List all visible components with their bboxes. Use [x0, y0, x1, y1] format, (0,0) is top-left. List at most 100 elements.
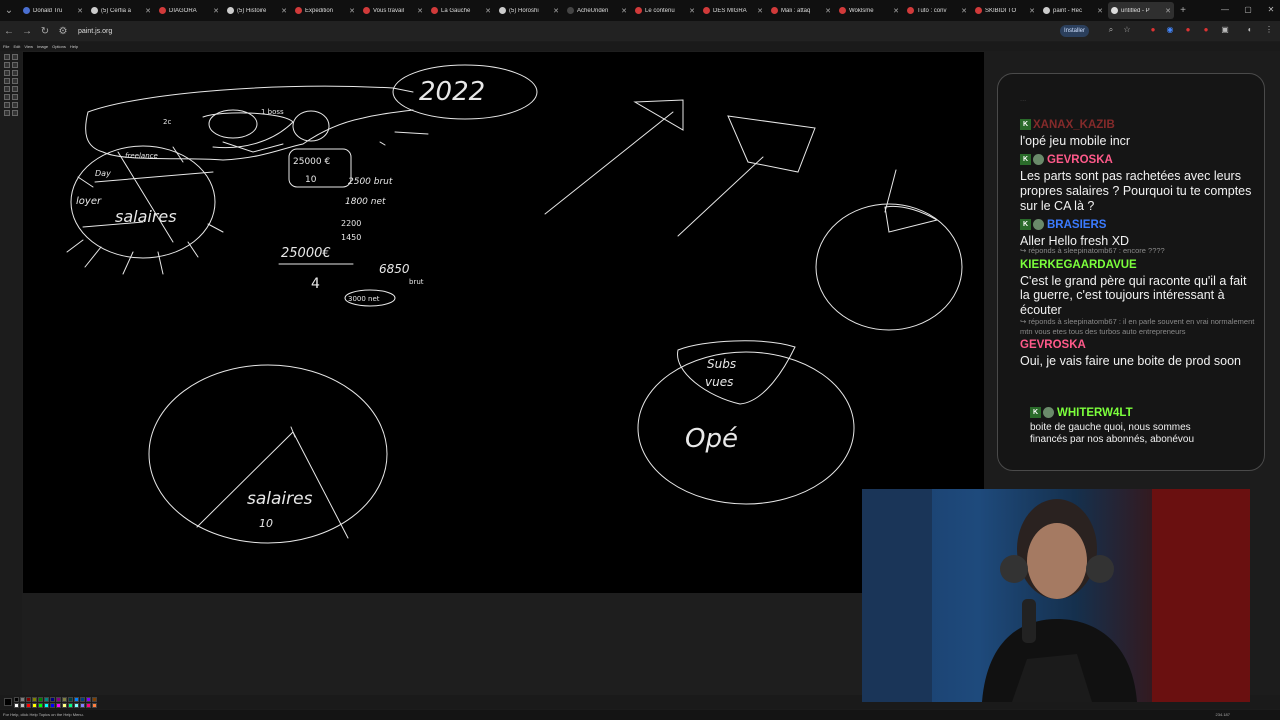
paint-tool-icon[interactable]: [12, 102, 18, 108]
palette-color-swatch[interactable]: [14, 703, 19, 708]
extension-icon[interactable]: ●: [1148, 25, 1158, 35]
tab-close-icon[interactable]: ✕: [893, 7, 899, 15]
extension-icon[interactable]: ◉: [1165, 25, 1175, 35]
palette-color-swatch[interactable]: [80, 697, 85, 702]
chat-username[interactable]: KIERKEGAARDAVUE: [1020, 258, 1137, 270]
site-info-icon[interactable]: ⚙: [54, 26, 72, 37]
reload-icon[interactable]: ↻: [36, 26, 54, 37]
paint-tool-icon[interactable]: [4, 54, 10, 60]
palette-color-swatch[interactable]: [44, 697, 49, 702]
extension-icon[interactable]: ●: [1201, 25, 1211, 35]
paint-tool-icon[interactable]: [4, 86, 10, 92]
paint-tool-icon[interactable]: [4, 110, 10, 116]
chat-username[interactable]: WHITERW4LT: [1057, 407, 1133, 419]
palette-color-swatch[interactable]: [44, 703, 49, 708]
paint-tool-icon[interactable]: [4, 94, 10, 100]
window-close-icon[interactable]: ✕: [1266, 5, 1276, 15]
palette-color-swatch[interactable]: [20, 703, 25, 708]
tab-close-icon[interactable]: ✕: [281, 7, 287, 15]
tab-close-icon[interactable]: ✕: [553, 7, 559, 15]
browser-tab[interactable]: Mali : attaq ✕: [768, 2, 834, 19]
palette-color-swatch[interactable]: [50, 697, 55, 702]
tab-close-icon[interactable]: ✕: [961, 7, 967, 15]
tab-close-icon[interactable]: ✕: [485, 7, 491, 15]
palette-color-swatch[interactable]: [38, 703, 43, 708]
browser-tab[interactable]: La Gauche ✕: [428, 2, 494, 19]
tab-close-icon[interactable]: ✕: [1097, 7, 1103, 15]
extension-icon[interactable]: ●: [1183, 25, 1193, 35]
palette-color-swatch[interactable]: [86, 697, 91, 702]
tab-close-icon[interactable]: ✕: [757, 7, 763, 15]
browser-tab[interactable]: Le contenu ✕: [632, 2, 698, 19]
browser-tab[interactable]: Vous travail ✕: [360, 2, 426, 19]
tab-close-icon[interactable]: ✕: [1165, 7, 1171, 15]
palette-color-swatch[interactable]: [56, 703, 61, 708]
browser-tab[interactable]: (5) Cerfia a ✕: [88, 2, 154, 19]
chat-username[interactable]: XANAX_KAZIB: [1033, 119, 1115, 131]
palette-color-swatch[interactable]: [74, 703, 79, 708]
tab-close-icon[interactable]: ✕: [349, 7, 355, 15]
palette-color-swatch[interactable]: [68, 697, 73, 702]
maximize-icon[interactable]: ▢: [1243, 5, 1253, 15]
tab-close-icon[interactable]: ✕: [213, 7, 219, 15]
paint-tool-icon[interactable]: [4, 70, 10, 76]
palette-color-swatch[interactable]: [74, 697, 79, 702]
canvas-drawing[interactable]: 2022 salaires loyer Day freelance 2c 1 b…: [23, 52, 984, 593]
paint-tool-icon[interactable]: [4, 78, 10, 84]
tab-menu-icon[interactable]: ⌄: [0, 5, 18, 16]
paint-tool-icon[interactable]: [12, 86, 18, 92]
profile-icon[interactable]: ◐: [1245, 25, 1255, 35]
palette-color-swatch[interactable]: [68, 703, 73, 708]
palette-color-swatch[interactable]: [38, 697, 43, 702]
palette-color-swatch[interactable]: [86, 703, 91, 708]
paint-tool-icon[interactable]: [12, 110, 18, 116]
tab-close-icon[interactable]: ✕: [417, 7, 423, 15]
browser-tab[interactable]: Woklsme ✕: [836, 2, 902, 19]
tab-close-icon[interactable]: ✕: [621, 7, 627, 15]
install-button[interactable]: Installer: [1060, 25, 1090, 37]
palette-color-swatch[interactable]: [62, 703, 67, 708]
menu-item[interactable]: Help: [70, 42, 78, 51]
browser-tab[interactable]: DIAGORA ✕: [156, 2, 222, 19]
more-menu-icon[interactable]: ⋮: [1264, 25, 1274, 35]
browser-tab[interactable]: AcheUnden ✕: [564, 2, 630, 19]
paint-tool-icon[interactable]: [12, 94, 18, 100]
palette-color-swatch[interactable]: [26, 697, 31, 702]
palette-color-swatch[interactable]: [80, 703, 85, 708]
tab-close-icon[interactable]: ✕: [77, 7, 83, 15]
browser-tab[interactable]: DES MIGRA ✕: [700, 2, 766, 19]
bookmark-star-icon[interactable]: ☆: [1122, 25, 1132, 35]
palette-color-swatch[interactable]: [32, 697, 37, 702]
url-field[interactable]: paint.js.org: [78, 28, 112, 35]
palette-color-swatch[interactable]: [20, 697, 25, 702]
tab-close-icon[interactable]: ✕: [145, 7, 151, 15]
menu-item[interactable]: Edit: [13, 42, 20, 51]
palette-color-swatch[interactable]: [92, 697, 97, 702]
palette-color-swatch[interactable]: [26, 703, 31, 708]
paint-tool-icon[interactable]: [12, 78, 18, 84]
paint-tool-icon[interactable]: [12, 54, 18, 60]
palette-color-swatch[interactable]: [62, 697, 67, 702]
paint-tool-icon[interactable]: [12, 62, 18, 68]
palette-color-swatch[interactable]: [50, 703, 55, 708]
forward-icon[interactable]: →: [18, 26, 36, 37]
menu-item[interactable]: File: [3, 42, 9, 51]
new-tab-button[interactable]: +: [1174, 5, 1192, 16]
back-icon[interactable]: ←: [0, 26, 18, 37]
browser-tab[interactable]: paint - Rec ✕: [1040, 2, 1106, 19]
menu-item[interactable]: Image: [37, 42, 48, 51]
paint-tool-icon[interactable]: [4, 102, 10, 108]
browser-tab[interactable]: (5) Histoire ✕: [224, 2, 290, 19]
browser-tab[interactable]: SKIBIDI TO ✕: [972, 2, 1038, 19]
tab-close-icon[interactable]: ✕: [825, 7, 831, 15]
palette-color-swatch[interactable]: [56, 697, 61, 702]
chat-username[interactable]: GEVROSKA: [1047, 154, 1113, 166]
palette-color-swatch[interactable]: [32, 703, 37, 708]
palette-color-swatch[interactable]: [14, 697, 19, 702]
zoom-icon[interactable]: ⌕: [1106, 25, 1116, 35]
browser-tab[interactable]: (5) Horoshi ✕: [496, 2, 562, 19]
browser-tab[interactable]: untitled - P ✕: [1108, 2, 1174, 19]
browser-tab[interactable]: Expedition ✕: [292, 2, 358, 19]
menu-item[interactable]: Options: [52, 42, 66, 51]
browser-tab[interactable]: Donald Tru ✕: [20, 2, 86, 19]
